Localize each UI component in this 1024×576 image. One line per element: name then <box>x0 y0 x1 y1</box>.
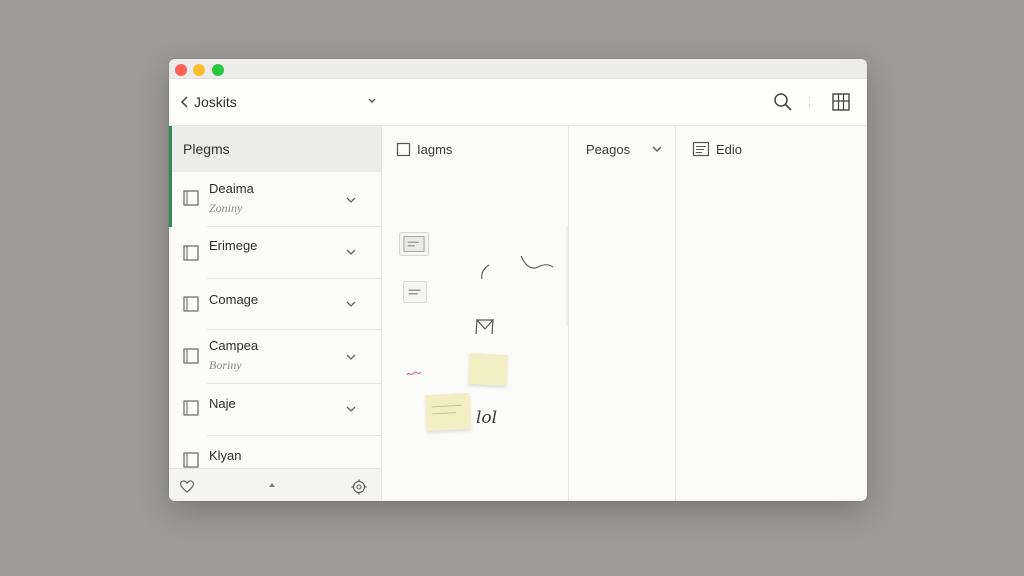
pages-column: Peagos <box>570 126 676 501</box>
notebook-subtitle: Boriny <box>209 358 242 372</box>
chevron-down-icon[interactable] <box>344 193 358 207</box>
chevron-down-icon[interactable] <box>344 402 358 416</box>
search-icon[interactable] <box>772 91 794 113</box>
notebook-title: Erimege <box>209 238 258 253</box>
sketch-stroke-pink <box>406 371 422 376</box>
notebook-icon <box>183 245 199 261</box>
gear-icon[interactable] <box>350 478 368 496</box>
notes-column-header[interactable]: Iagms <box>396 139 452 159</box>
notes-scrollbar[interactable] <box>566 226 568 326</box>
close-x-icon[interactable] <box>365 94 379 108</box>
grid-icon[interactable] <box>830 91 852 113</box>
note-thumbnail[interactable] <box>399 232 429 256</box>
checkbox-icon <box>396 142 411 156</box>
chevron-down-icon[interactable] <box>344 350 358 364</box>
notebook-item-klyan[interactable]: Klyan <box>169 436 381 468</box>
toolbar: Joskits <box>169 79 867 126</box>
notebook-title: Deaima <box>209 181 254 196</box>
editor-column-title: Edio <box>716 141 743 157</box>
notebook-item-comage[interactable]: Comage <box>169 279 381 330</box>
notebook-item-naje[interactable]: Naje <box>169 384 381 436</box>
notebook-subtitle: Zoniny <box>209 201 243 215</box>
toolbar-separator <box>809 97 811 107</box>
notes-column: Iagms lol <box>383 126 569 501</box>
notebook-item-erimege[interactable]: Erimege <box>169 227 381 279</box>
sticky-note[interactable] <box>468 353 508 386</box>
notes-column-title: Iagms <box>417 141 453 157</box>
sidebar: Plegms Deaima Zoniny Erimege Comage Camp… <box>169 126 382 501</box>
handwriting-text: lol <box>476 408 498 428</box>
notebook-title: Naje <box>209 396 236 411</box>
note-lines-icon <box>692 141 710 157</box>
editor-column-header[interactable]: Edio <box>692 139 742 159</box>
sticky-note[interactable] <box>425 392 471 432</box>
heart-icon[interactable] <box>179 479 195 495</box>
sketch-shape <box>475 318 494 335</box>
notebook-icon <box>183 400 199 416</box>
sidebar-header[interactable]: Plegms <box>169 126 381 172</box>
sketch-stroke <box>481 264 490 280</box>
notebook-title: Klyan <box>209 448 242 463</box>
chevron-down-icon <box>652 146 662 152</box>
editor-column: Edio <box>677 126 867 501</box>
notebook-icon <box>183 348 199 364</box>
notebook-icon <box>183 190 199 206</box>
notebook-item-deaima[interactable]: Deaima Zoniny <box>169 172 381 227</box>
selection-bar <box>169 172 172 227</box>
title-bar <box>169 59 867 79</box>
minimize-button[interactable] <box>193 64 205 76</box>
arrow-up-icon[interactable] <box>267 481 277 489</box>
pages-column-header[interactable]: Peagos <box>586 139 664 159</box>
app-window: Joskits Plegms Deaima Zoniny Erimege Com… <box>169 59 867 501</box>
back-button[interactable]: Joskits <box>180 91 237 113</box>
notebook-item-campea[interactable]: Campea Boriny <box>169 330 381 384</box>
pages-column-title: Peagos <box>586 141 631 157</box>
chevron-left-icon <box>180 96 188 108</box>
note-thumbnail[interactable] <box>403 281 427 303</box>
sidebar-header-label: Plegms <box>183 141 230 157</box>
notebook-icon <box>183 452 199 468</box>
zoom-button[interactable] <box>212 64 224 76</box>
close-button[interactable] <box>175 64 187 76</box>
back-button-label: Joskits <box>194 94 237 110</box>
notebook-title: Comage <box>209 292 259 307</box>
sketch-stroke <box>520 255 554 269</box>
notebook-icon <box>183 296 199 312</box>
sidebar-footer <box>169 468 381 501</box>
chevron-down-icon[interactable] <box>344 297 358 311</box>
notebook-title: Campea <box>209 338 259 353</box>
chevron-down-icon[interactable] <box>344 245 358 259</box>
